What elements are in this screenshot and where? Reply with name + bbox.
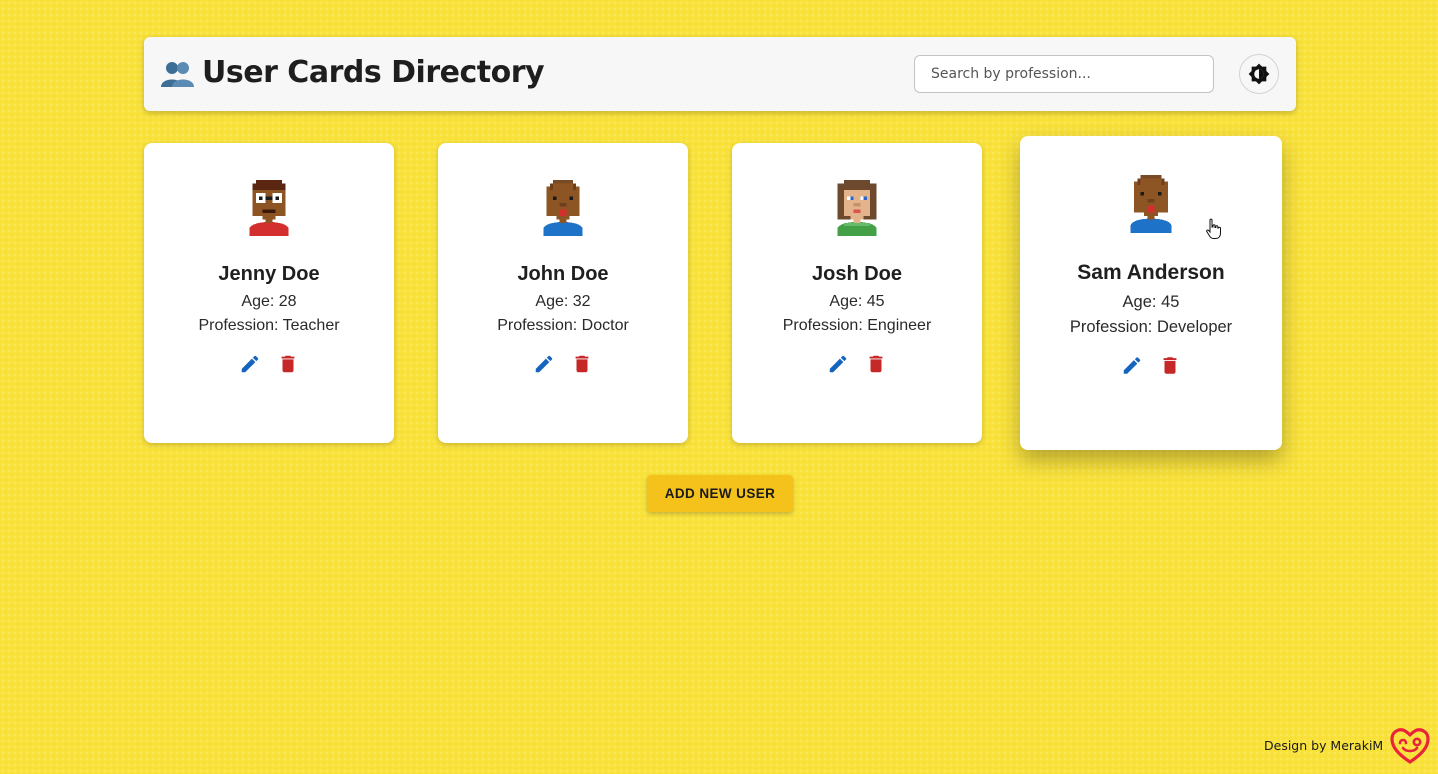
brightness-icon <box>1248 63 1270 85</box>
pixel-avatar-bald <box>543 180 583 236</box>
user-age: Age: 45 <box>1122 293 1180 311</box>
app-header: User Cards Directory <box>144 37 1296 111</box>
card-actions <box>1020 353 1282 377</box>
user-card: John Doe Age: 32 Profession: Doctor <box>438 143 688 443</box>
user-age: Age: 45 <box>829 293 885 310</box>
trash-icon <box>575 355 589 373</box>
user-card: Sam Anderson Age: 45 Profession: Develop… <box>1020 136 1282 450</box>
user-card: Jenny Doe Age: 28 Profession: Teacher <box>144 143 394 443</box>
delete-button[interactable] <box>571 352 593 376</box>
user-profession: Profession: Engineer <box>782 317 932 334</box>
user-profession: Profession: Teacher <box>198 317 340 334</box>
hand-pointer-cursor-icon <box>1206 218 1221 239</box>
search-input[interactable] <box>914 55 1214 93</box>
delete-button[interactable] <box>865 352 887 376</box>
user-profession: Profession: Developer <box>1069 318 1233 336</box>
add-new-user-button[interactable]: ADD NEW USER <box>647 475 793 512</box>
edit-button[interactable] <box>533 352 555 376</box>
footer-credit: Design by MerakiM <box>1264 738 1384 753</box>
page-title: User Cards Directory <box>202 55 545 90</box>
pencil-icon <box>829 355 847 373</box>
user-age: Age: 32 <box>535 293 591 310</box>
user-card: Josh Doe Age: 45 Profession: Engineer <box>732 143 982 443</box>
theme-toggle-button[interactable] <box>1239 54 1279 94</box>
user-name: Jenny Doe <box>218 263 320 285</box>
pixel-avatar-glasses <box>249 180 289 236</box>
pixel-avatar-bald <box>1130 174 1172 234</box>
user-name: Sam Anderson <box>1077 261 1225 284</box>
edit-button[interactable] <box>239 352 261 376</box>
merakim-logo-icon <box>1390 728 1430 764</box>
user-name: John Doe <box>517 263 609 285</box>
user-name: Josh Doe <box>811 263 903 285</box>
edit-button[interactable] <box>1121 353 1143 377</box>
trash-icon <box>1163 356 1177 374</box>
edit-button[interactable] <box>827 352 849 376</box>
delete-button[interactable] <box>1159 353 1181 377</box>
user-age: Age: 28 <box>241 293 297 310</box>
pixel-avatar-long-hair <box>837 180 877 236</box>
delete-button[interactable] <box>277 352 299 376</box>
busts-in-silhouette-icon <box>161 62 194 87</box>
pencil-icon <box>241 355 259 373</box>
trash-icon <box>281 355 295 373</box>
card-actions <box>144 352 394 376</box>
pencil-icon <box>1123 356 1141 374</box>
card-actions <box>732 352 982 376</box>
card-actions <box>438 352 688 376</box>
user-profession: Profession: Doctor <box>497 317 629 334</box>
pencil-icon <box>535 355 553 373</box>
trash-icon <box>869 355 883 373</box>
